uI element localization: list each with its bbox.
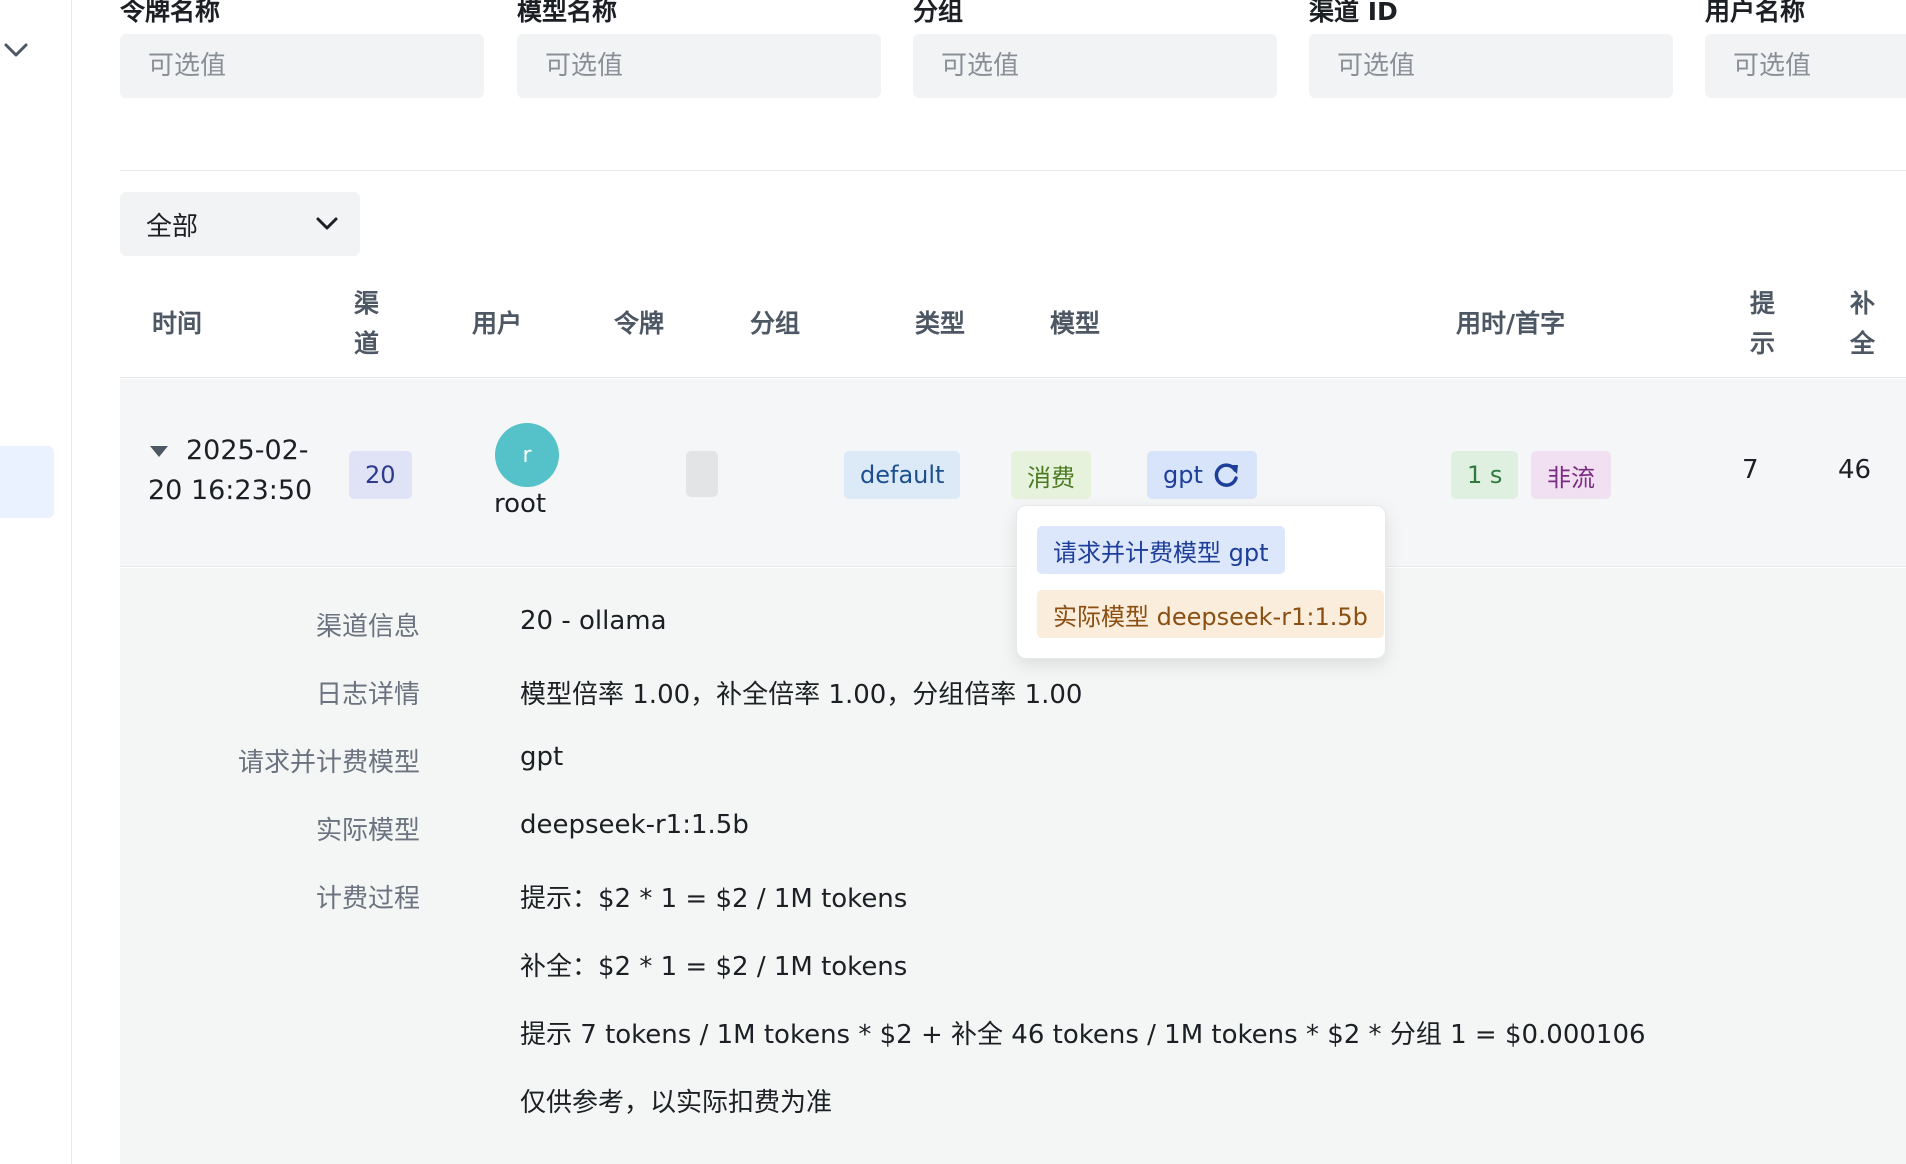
column-header-user[interactable]: 用户	[472, 304, 522, 344]
type-tag: 消费	[1011, 451, 1091, 499]
filter-label-username: 用户名称	[1705, 0, 1806, 26]
chevron-down-icon[interactable]	[2, 38, 30, 62]
avatar[interactable]: r	[495, 423, 559, 487]
detail-label-log-detail: 日志详情	[315, 680, 420, 710]
popover-actual-model-tag: 实际模型 deepseek-r1:1.5b	[1037, 590, 1384, 638]
column-header-prompt[interactable]: 提示	[1750, 284, 1784, 364]
prompt-tokens: 7	[1742, 455, 1759, 485]
divider	[120, 170, 1906, 171]
filter-label-group: 分组	[913, 0, 964, 26]
filter-label-channel-id: 渠道 ID	[1309, 0, 1398, 26]
detail-value-actual-model: deepseek-r1:1.5b	[520, 810, 749, 840]
duration-tag: 1 s	[1451, 451, 1519, 499]
refresh-icon[interactable]	[1211, 460, 1241, 490]
billing-line-formula: 提示 7 tokens / 1M tokens * $2 + 补全 46 tok…	[520, 1020, 1646, 1050]
detail-label-billing: 计费过程	[315, 884, 420, 914]
token-tag	[686, 451, 718, 497]
column-header-duration[interactable]: 用时/首字	[1456, 304, 1565, 344]
token-name-input[interactable]	[120, 34, 484, 98]
column-header-model[interactable]: 模型	[1050, 304, 1100, 344]
row-detail-panel: 渠道信息 20 - ollama 日志详情 模型倍率 1.00，补全倍率 1.0…	[120, 568, 1906, 1164]
billing-line-note: 仅供参考，以实际扣费为准	[520, 1088, 833, 1118]
column-header-completion[interactable]: 补全	[1850, 284, 1884, 364]
channel-tag[interactable]: 20	[349, 451, 412, 499]
group-input[interactable]	[913, 34, 1277, 98]
filter-label-model-name: 模型名称	[517, 0, 618, 26]
sidebar-active-item[interactable]	[0, 446, 54, 518]
filter-label-token-name: 令牌名称	[120, 0, 221, 26]
table-header: 时间 渠道 用户 令牌 分组 类型 模型 用时/首字 提示 补全	[120, 270, 1906, 378]
chevron-down-icon	[316, 217, 338, 230]
column-header-token[interactable]: 令牌	[614, 304, 664, 344]
detail-value-request-model: gpt	[520, 742, 564, 772]
log-type-select[interactable]: 全部	[120, 192, 360, 256]
channel-id-input[interactable]	[1309, 34, 1673, 98]
row-time: 2025-02-20 16:23:50	[148, 435, 313, 506]
group-tag: default	[844, 451, 961, 499]
detail-value-channel-info: 20 - ollama	[520, 606, 667, 636]
column-header-type[interactable]: 类型	[915, 304, 965, 344]
detail-label-request-model: 请求并计费模型	[237, 748, 420, 778]
stream-tag: 非流	[1531, 451, 1611, 499]
column-header-time[interactable]: 时间	[152, 304, 202, 344]
main-content: 令牌名称 模型名称 分组 渠道 ID 用户名称 全部 时间 渠道 用户 令牌 分…	[72, 0, 1906, 1164]
column-header-group[interactable]: 分组	[750, 304, 800, 344]
log-type-select-value: 全部	[146, 211, 199, 242]
model-popover: 请求并计费模型 gpt 实际模型 deepseek-r1:1.5b	[1016, 505, 1386, 659]
model-tag[interactable]: gpt	[1147, 451, 1257, 499]
completion-tokens: 46	[1838, 455, 1872, 485]
detail-value-log-detail: 模型倍率 1.00，补全倍率 1.00，分组倍率 1.00	[520, 680, 1083, 710]
model-name-input[interactable]	[517, 34, 881, 98]
column-header-channel[interactable]: 渠道	[354, 284, 388, 364]
model-tag-label: gpt	[1163, 461, 1203, 489]
detail-label-channel-info: 渠道信息	[315, 612, 420, 642]
table-row[interactable]: 2025-02-20 16:23:50 20 r root default 消费…	[120, 379, 1906, 567]
billing-line-prompt: 提示：$2 * 1 = $2 / 1M tokens	[520, 884, 908, 914]
billing-line-completion: 补全：$2 * 1 = $2 / 1M tokens	[520, 952, 908, 982]
popover-request-model-tag: 请求并计费模型 gpt	[1037, 526, 1285, 574]
detail-label-actual-model: 实际模型	[315, 816, 420, 846]
username-input[interactable]	[1705, 34, 1906, 98]
sidebar	[0, 0, 72, 1164]
user-name: root	[494, 489, 547, 519]
